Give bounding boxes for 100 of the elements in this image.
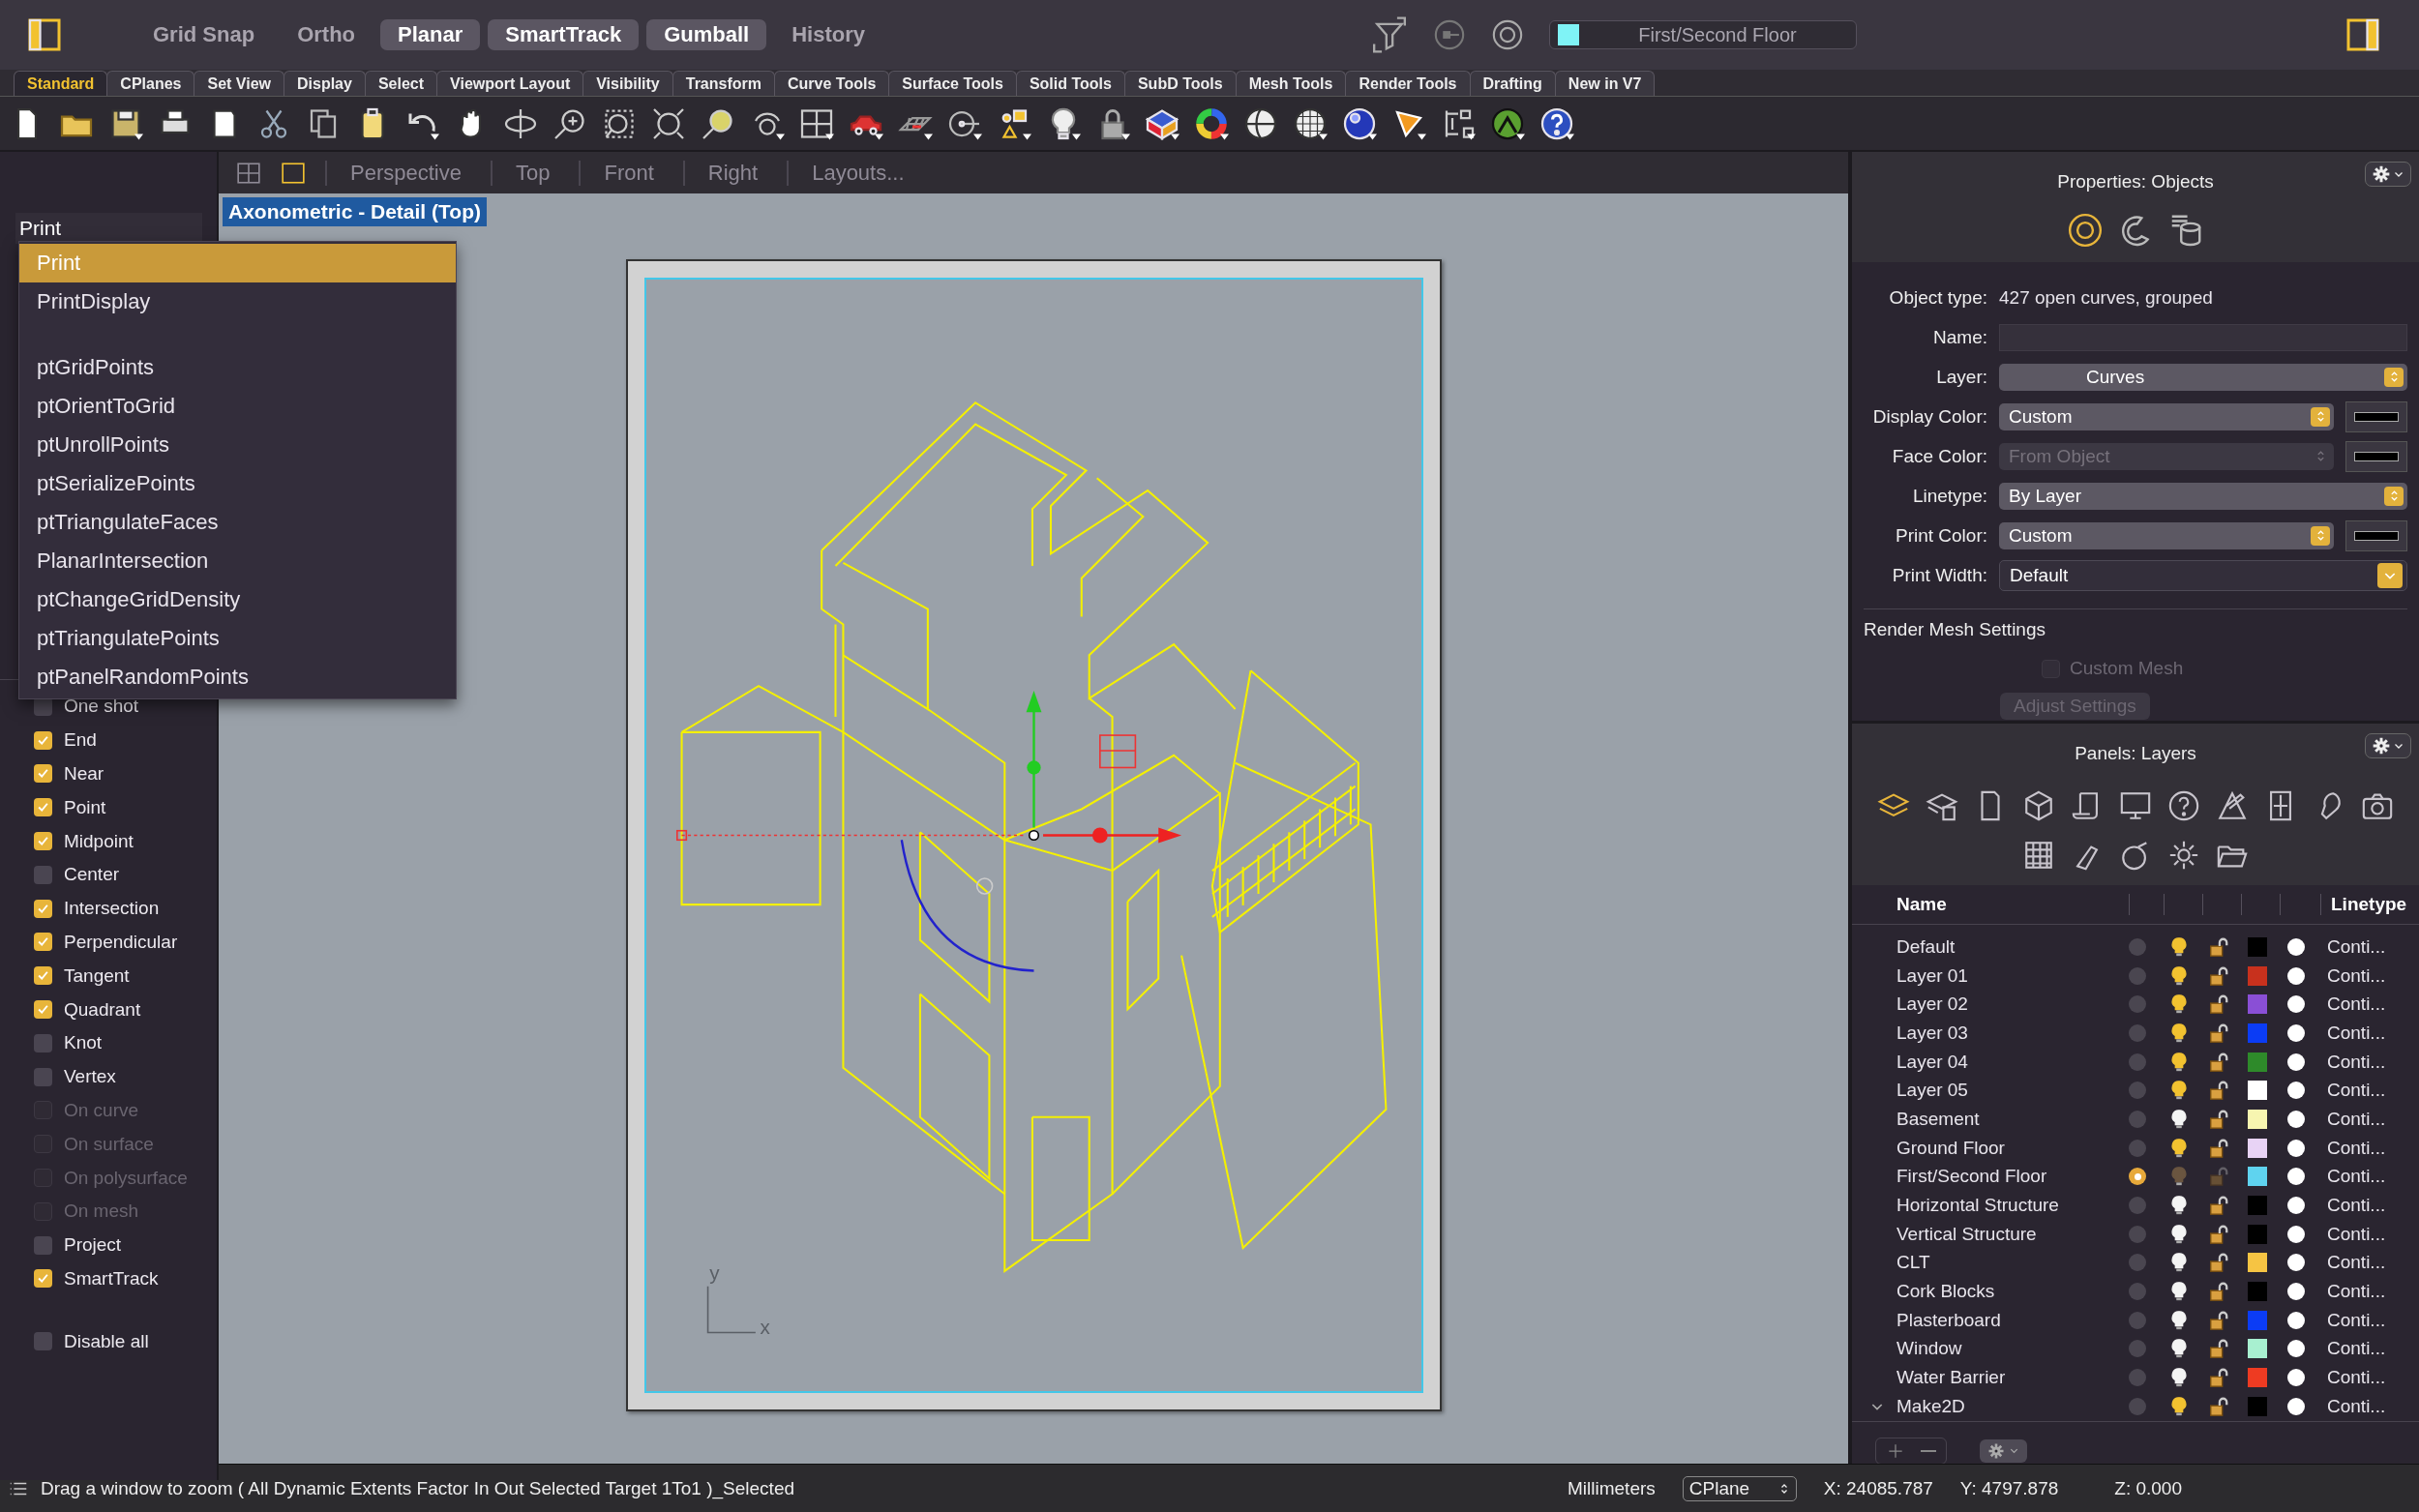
toggle-button[interactable]: Gumball	[646, 19, 767, 50]
dropdown[interactable]: By Layer	[1999, 482, 2407, 510]
split-viewport-icon[interactable]	[236, 160, 261, 186]
layer-color-swatch[interactable]	[2248, 1224, 2267, 1244]
color-swatch[interactable]	[2345, 440, 2407, 472]
filter-icon[interactable]	[1371, 16, 1408, 53]
layer-color-swatch[interactable]	[2248, 1052, 2267, 1072]
unlocked-icon[interactable]	[2208, 1367, 2229, 1389]
current-layer-radio[interactable]	[2129, 1082, 2146, 1100]
cplane-dropdown[interactable]: CPlane	[1682, 1475, 1797, 1501]
layer-color-swatch[interactable]	[2248, 1081, 2267, 1101]
viewport-tab[interactable]: Front	[579, 160, 683, 186]
checkbox[interactable]	[34, 865, 52, 884]
current-layer-radio[interactable]	[2129, 1023, 2146, 1042]
color-wheel-icon[interactable]	[1194, 105, 1229, 141]
layer-color-swatch[interactable]	[2248, 1109, 2267, 1129]
lightbulb-icon[interactable]	[2168, 935, 2190, 958]
color-swatch[interactable]	[2345, 400, 2407, 432]
layer-name[interactable]: CLT	[1896, 1252, 1930, 1274]
dropdown[interactable]: Custom	[1999, 521, 2334, 549]
layer-color-swatch[interactable]	[2248, 1339, 2267, 1359]
layer-color-swatch[interactable]	[2248, 1167, 2267, 1187]
lightbulb-icon[interactable]	[2168, 1281, 2190, 1303]
current-layer-radio[interactable]	[2129, 1139, 2146, 1157]
unlocked-icon[interactable]	[2208, 1309, 2229, 1331]
linetype-value[interactable]: Conti...	[2327, 1166, 2419, 1188]
print-color-swatch[interactable]	[2287, 1168, 2305, 1186]
checkbox[interactable]	[34, 1332, 52, 1351]
lightbulb-icon[interactable]	[2168, 1338, 2190, 1360]
command-suggestion[interactable]: ptOrientToGrid	[19, 387, 456, 426]
lightbulb-icon[interactable]	[2168, 993, 2190, 1016]
dropdown[interactable]: Default	[1999, 559, 2407, 591]
print-color-swatch[interactable]	[2287, 1369, 2305, 1387]
ribbon-tab[interactable]: CPlanes	[106, 71, 195, 96]
unlocked-icon[interactable]	[2208, 1051, 2229, 1073]
command-suggestion[interactable]: ptChangeGridDensity	[19, 580, 456, 619]
zoom-extents-icon[interactable]	[651, 105, 686, 141]
layer-name[interactable]: Cork Blocks	[1896, 1281, 1995, 1303]
print-color-swatch[interactable]	[2287, 1340, 2305, 1358]
ring-icon[interactable]	[2067, 212, 2104, 249]
current-layer-radio[interactable]	[2129, 1369, 2146, 1387]
current-layer-radio[interactable]	[2129, 1110, 2146, 1128]
command-suggestion[interactable]: ptTriangulatePoints	[19, 619, 456, 658]
target-icon[interactable]	[1491, 18, 1524, 51]
checkbox[interactable]	[34, 1235, 52, 1255]
checkbox[interactable]	[34, 966, 52, 986]
print-color-swatch[interactable]	[2287, 1197, 2305, 1215]
layer-color-swatch[interactable]	[2248, 936, 2267, 957]
lightbulb-icon[interactable]	[2168, 1252, 2190, 1274]
layer-name[interactable]: Layer 03	[1896, 1022, 1968, 1044]
checkbox[interactable]	[34, 933, 52, 952]
print-color-swatch[interactable]	[2287, 995, 2305, 1014]
current-layer-field[interactable]: First/Second Floor	[1549, 20, 1857, 49]
linetype-value[interactable]: Conti...	[2327, 1252, 2419, 1274]
lightbulb-icon[interactable]	[2168, 1108, 2190, 1130]
unlocked-icon[interactable]	[2208, 1022, 2229, 1044]
print-color-swatch[interactable]	[2287, 937, 2305, 956]
unlocked-icon[interactable]	[2208, 1195, 2229, 1217]
print-color-swatch[interactable]	[2287, 1139, 2305, 1157]
ribbon-tab[interactable]: Transform	[672, 71, 775, 96]
current-layer-radio[interactable]	[2129, 1311, 2146, 1329]
layer-name[interactable]: Layer 05	[1896, 1080, 1968, 1102]
lightbulb-icon[interactable]	[2168, 1367, 2190, 1389]
round-badge-icon[interactable]	[1490, 105, 1525, 141]
linetype-value[interactable]: Conti...	[2327, 1022, 2419, 1044]
ribbon-tab[interactable]: Select	[364, 71, 438, 96]
current-layer-radio[interactable]	[2129, 966, 2146, 985]
ribbon-tab[interactable]: New in V7	[1554, 71, 1656, 96]
ribbon-tab[interactable]: Set View	[194, 71, 284, 96]
command-suggestion[interactable]: ptTriangulateFaces	[19, 503, 456, 542]
layer-color-swatch[interactable]	[2248, 1368, 2267, 1388]
grid-sphere-icon[interactable]	[1293, 105, 1328, 141]
ribbon-tab[interactable]: Solid Tools	[1015, 71, 1125, 96]
lightbulb-icon[interactable]	[2168, 1309, 2190, 1331]
checkbox[interactable]	[34, 764, 52, 784]
unlocked-icon[interactable]	[2208, 964, 2229, 987]
linetype-value[interactable]: Conti...	[2327, 1080, 2419, 1102]
toggle-button[interactable]: SmartTrack	[488, 19, 640, 50]
print-color-swatch[interactable]	[2287, 1397, 2305, 1415]
layer-color-swatch[interactable]	[2248, 1138, 2267, 1158]
unlocked-icon[interactable]	[2208, 1080, 2229, 1102]
linetype-value[interactable]: Conti...	[2327, 1395, 2419, 1417]
snap-icon[interactable]	[1433, 18, 1466, 51]
linetype-value[interactable]: Conti...	[2327, 1309, 2419, 1331]
ribbon-tab[interactable]: Render Tools	[1345, 71, 1471, 96]
print-color-swatch[interactable]	[2287, 1082, 2305, 1100]
print-color-swatch[interactable]	[2287, 1110, 2305, 1128]
layer-name[interactable]: Horizontal Structure	[1896, 1195, 2059, 1217]
layer-name[interactable]: Layer 01	[1896, 964, 1968, 987]
checkbox[interactable]	[34, 1033, 52, 1052]
checkbox[interactable]	[34, 798, 52, 817]
current-layer-radio[interactable]	[2129, 1254, 2146, 1272]
viewport-tab[interactable]: Layouts...	[787, 160, 934, 186]
options-button[interactable]	[2365, 162, 2411, 187]
linetype-value[interactable]: Conti...	[2327, 1137, 2419, 1159]
unlocked-icon[interactable]	[2208, 1281, 2229, 1303]
command-suggestion[interactable]: ptPanelRandomPoints	[19, 658, 456, 697]
print-color-swatch[interactable]	[2287, 1225, 2305, 1243]
ribbon-tab[interactable]: SubD Tools	[1123, 71, 1237, 96]
lightbulb-icon[interactable]	[2168, 1195, 2190, 1217]
